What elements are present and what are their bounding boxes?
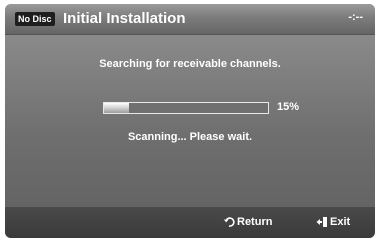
exit-button[interactable]: Exit	[316, 216, 350, 228]
exit-door-icon	[316, 217, 327, 227]
search-message: Searching for receivable channels.	[99, 58, 281, 70]
footer-bar: Return Exit	[5, 207, 375, 238]
main-panel: Searching for receivable channels. 15% S…	[5, 35, 375, 207]
scan-progress-fill	[104, 103, 129, 113]
progress-percent-label: 15%	[277, 101, 300, 113]
return-label: Return	[237, 216, 273, 228]
scan-progress-bar	[103, 102, 269, 114]
exit-label: Exit	[330, 216, 351, 228]
disc-status-badge: No Disc	[15, 12, 55, 26]
return-arrow-icon	[223, 217, 235, 227]
screen-title: Initial Installation	[63, 10, 186, 27]
installation-screen: No Disc Initial Installation -:-- Search…	[5, 4, 375, 238]
return-button[interactable]: Return	[223, 216, 272, 228]
clock-display: -:--	[348, 11, 363, 23]
scan-status-text: Scanning... Please wait.	[127, 131, 253, 143]
header-bar: No Disc Initial Installation -:--	[5, 4, 375, 35]
